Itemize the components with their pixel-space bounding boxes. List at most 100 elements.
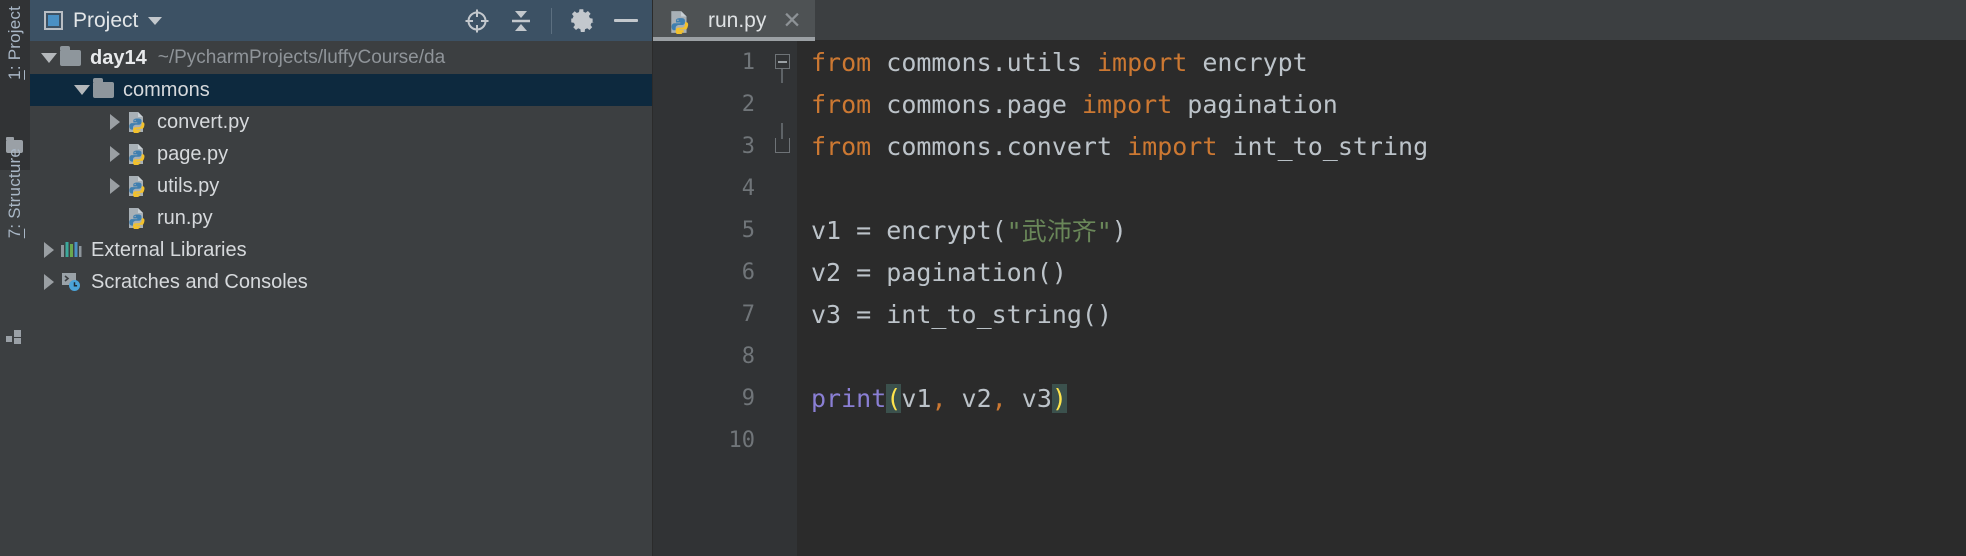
python-file-icon [126,175,148,197]
fold-region-line [781,69,783,83]
twisty-collapsed-icon[interactable] [104,114,126,130]
code-token: from [811,131,872,161]
project-view-icon [44,11,63,30]
code-line[interactable]: from commons.page import pagination [811,83,1966,125]
rail-button-project[interactable]: 1: Project [5,6,25,80]
editor-area: run.py ✕ 1 2 3 4 5 6 7 8 9 10 from commons.utils … [653,0,1966,556]
code-token: encrypt [1187,47,1308,77]
tree-item-label: External Libraries [91,238,247,261]
tree-item-label: convert.py [157,110,250,133]
tree-item-day14[interactable]: day14 ~/PycharmProjects/luffyCourse/da [30,42,652,74]
project-panel-header: Project [30,0,652,41]
fold-collapse-icon[interactable] [775,54,790,69]
tree-item-label: commons [123,78,210,101]
code-token: , [931,383,947,413]
line-number[interactable]: 3 [653,125,771,167]
gear-icon[interactable] [562,2,602,40]
code-token: import [1127,131,1218,161]
project-tool-window: Project day14 ~/PycharmProjects/luffyCou… [30,0,653,556]
tree-item-label: run.py [157,206,213,229]
tree-item-page-py[interactable]: page.py [30,138,652,170]
twisty-expanded-icon[interactable] [38,53,60,63]
code-line[interactable]: v2 = pagination() [811,251,1966,293]
collapse-all-icon[interactable] [501,2,541,40]
editor-tab-label: run.py [708,8,767,32]
scratches-icon [60,272,82,292]
code-token: v2 [946,383,992,413]
project-title-group[interactable]: Project [44,9,163,33]
code-token: import [1081,89,1173,119]
editor-tabbar: run.py ✕ [653,0,1966,41]
minimize-icon[interactable] [606,2,646,40]
tabbar-empty-space [814,0,1966,41]
line-number-gutter[interactable]: 1 2 3 4 5 6 7 8 9 10 [653,41,771,556]
code-line[interactable]: v1 = encrypt("武沛齐") [811,209,1966,251]
fold-region-line [781,123,783,139]
code-token: commons.page [871,89,1082,119]
rail-project-number: 1 [5,70,24,80]
code-line[interactable]: print(v1, v2, v3) [811,377,1966,419]
line-number[interactable]: 7 [653,293,771,335]
code-line[interactable]: v3 = int_to_string() [811,293,1966,335]
code-folding-column[interactable] [771,41,797,556]
code-token: int_to_string [1217,131,1429,161]
tree-item-external-libraries[interactable]: External Libraries [30,234,652,266]
project-file-tree[interactable]: day14 ~/PycharmProjects/luffyCourse/da com… [30,41,652,556]
code-token: v3 [1006,383,1052,413]
tree-item-convert-py[interactable]: convert.py [30,106,652,138]
tree-item-scratches-and-consoles[interactable]: Scratches and Consoles [30,266,652,298]
code-token: pagination [1172,89,1338,119]
twisty-expanded-icon[interactable] [71,85,93,95]
code-token: v1 = encrypt( [811,215,1007,245]
python-file-icon [126,207,148,229]
code-token: print [811,383,887,413]
tool-window-rail: 1: Project 7: Structure [0,0,30,556]
code-token: ( [886,383,902,413]
twisty-collapsed-icon[interactable] [38,274,60,290]
line-number[interactable]: 8 [653,335,771,377]
tree-item-utils-py[interactable]: utils.py [30,170,652,202]
code-line[interactable] [811,419,1966,461]
line-number[interactable]: 5 [653,209,771,251]
close-icon[interactable]: ✕ [782,9,801,32]
code-token: , [991,383,1007,413]
code-line[interactable] [811,335,1966,377]
code-token: ) [1111,215,1127,245]
rail-button-structure[interactable]: 7: Structure [5,148,25,238]
editor-tab-run-py[interactable]: run.py ✕ [653,0,815,41]
tree-item-run-py[interactable]: run.py [30,202,652,234]
code-line[interactable] [811,167,1966,209]
libraries-icon [60,240,82,260]
tree-item-commons[interactable]: commons [30,74,652,106]
line-number[interactable]: 1 [653,41,771,83]
line-number[interactable]: 6 [653,251,771,293]
code-editor[interactable]: 1 2 3 4 5 6 7 8 9 10 from commons.utils import en… [653,41,1966,556]
line-number[interactable]: 2 [653,83,771,125]
code-line[interactable]: from commons.utils import encrypt [811,41,1966,83]
folder-icon [93,78,114,98]
toolbar-divider [551,7,552,34]
twisty-collapsed-icon[interactable] [104,178,126,194]
tree-item-label: day14 [90,46,147,69]
code-token: from [811,89,872,119]
tree-item-label: page.py [157,142,229,165]
rail-structure-label: : Structure [5,148,24,229]
line-number[interactable]: 9 [653,377,771,419]
tree-item-label: Scratches and Consoles [91,270,308,293]
rail-structure-number: 7 [5,228,24,239]
structure-icon [6,330,23,344]
code-token: "武沛齐" [1006,217,1112,246]
tree-item-path: ~/PycharmProjects/luffyCourse/da [157,47,446,68]
code-line[interactable]: from commons.convert import int_to_strin… [811,125,1966,167]
rail-project-label: : Project [5,6,24,71]
select-opened-file-icon[interactable] [457,2,497,40]
line-number[interactable]: 4 [653,167,771,209]
twisty-collapsed-icon[interactable] [38,242,60,258]
chevron-down-icon[interactable] [148,16,163,25]
line-number[interactable]: 10 [653,419,771,461]
code-content[interactable]: from commons.utils import encrypt from co… [797,41,1966,556]
python-file-icon [668,10,690,35]
tree-item-label: utils.py [157,174,220,197]
fold-region-end-icon[interactable] [775,138,790,153]
twisty-collapsed-icon[interactable] [104,146,126,162]
